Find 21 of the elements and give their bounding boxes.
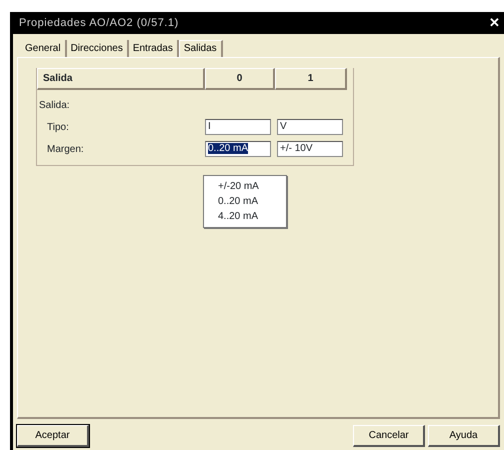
tab[interactable]: Direcciones: [66, 40, 129, 57]
dropdown-option[interactable]: 4..20 mA: [204, 209, 286, 224]
input-field[interactable]: 0..20 mA: [205, 141, 271, 157]
input-field[interactable]: I: [205, 119, 271, 135]
tab[interactable]: General: [21, 40, 67, 57]
input-field[interactable]: V: [277, 119, 343, 135]
section-label: Salida:: [38, 99, 71, 113]
dialog-button[interactable]: Ayuda: [428, 425, 500, 447]
column-header: Salida: [37, 68, 205, 90]
dialog-button[interactable]: Aceptar: [17, 425, 89, 447]
dropdown-option[interactable]: 0..20 mA: [204, 194, 286, 209]
column-header: 0: [205, 68, 275, 90]
column-header: 1: [275, 68, 347, 90]
field-label: Tipo:: [46, 120, 70, 134]
dialog-button[interactable]: Cancelar: [353, 425, 426, 447]
dropdown-option[interactable]: +/-20 mA: [204, 179, 286, 194]
window-title: Propiedades AO/AO2 (0/57.1): [19, 16, 179, 31]
close-button[interactable]: ✕: [489, 13, 500, 33]
tab[interactable]: Salidas: [178, 40, 223, 57]
input-field[interactable]: +/- 10V: [277, 141, 343, 157]
field-label: Margen:: [46, 142, 85, 156]
